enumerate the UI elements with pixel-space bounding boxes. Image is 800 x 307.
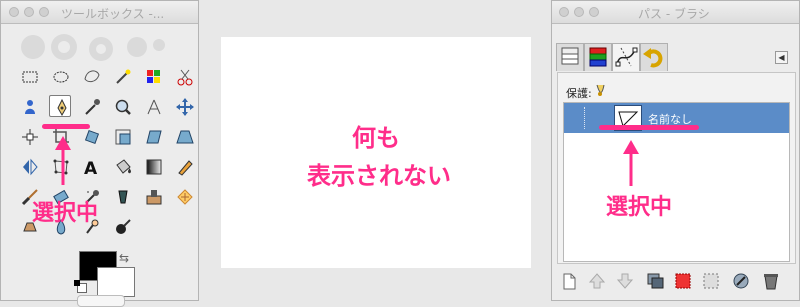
underline-mark xyxy=(599,125,699,130)
arrow-head xyxy=(55,136,71,150)
toolbox-annotation-marks xyxy=(42,124,90,185)
canvas-annotation-line1: 何も xyxy=(352,124,400,152)
canvas-annotation-line2: 表示されない xyxy=(307,162,451,190)
underline-mark xyxy=(42,124,90,129)
paths-selected-annotation: 選択中 xyxy=(606,195,673,220)
toolbox-selected-annotation: 選択中 xyxy=(32,201,99,226)
arrow-head xyxy=(623,140,639,154)
paths-annotation-marks xyxy=(599,125,699,186)
